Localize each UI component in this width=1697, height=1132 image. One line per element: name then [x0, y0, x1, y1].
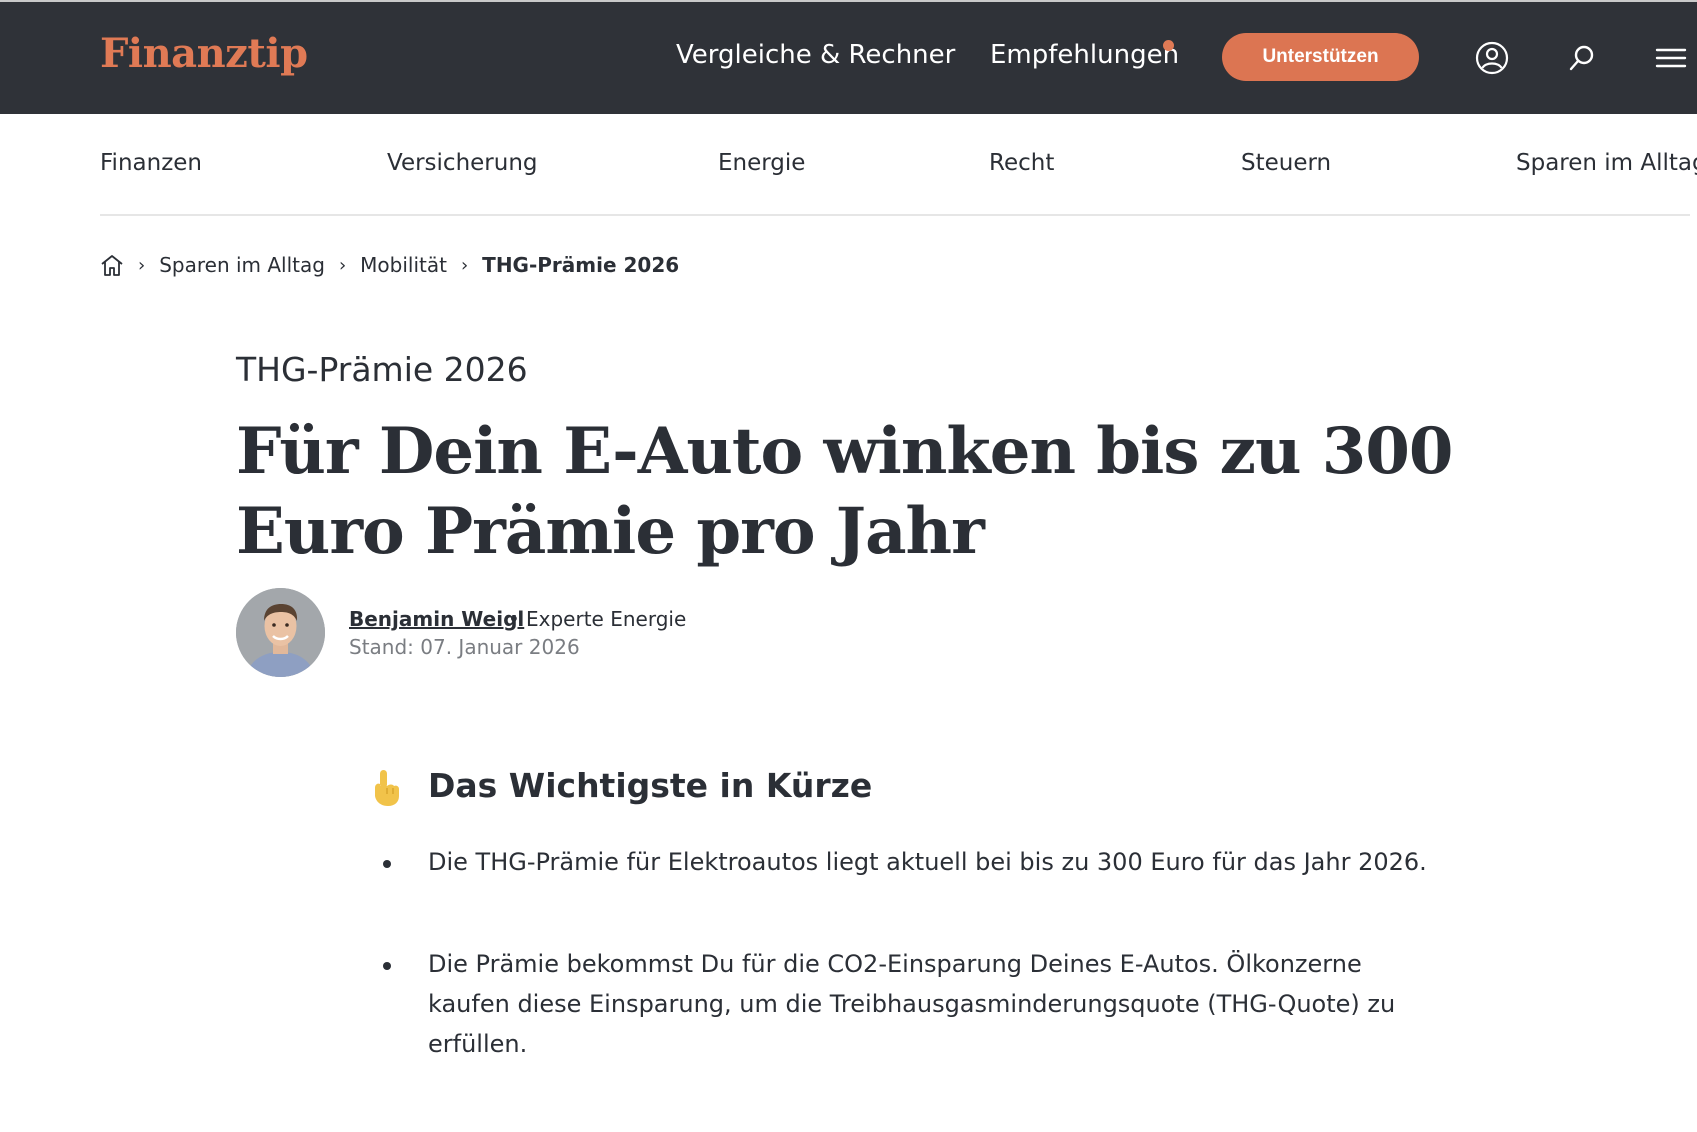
category-sparen-im-alltag[interactable]: Sparen im Alltag: [1516, 150, 1697, 176]
nav-recommendations[interactable]: Empfehlungen: [990, 40, 1179, 70]
category-recht[interactable]: Recht: [989, 150, 1054, 176]
top-bar: Finanztip Vergleiche & Rechner Empfehlun…: [0, 0, 1697, 114]
breadcrumb-current: THG-Prämie 2026: [482, 253, 680, 277]
summary-bullet: Die THG-Prämie für Elektroautos liegt ak…: [428, 848, 1427, 876]
breadcrumb-separator: ›: [460, 254, 469, 276]
breadcrumb: › Sparen im Alltag › Mobilität › THG-Prä…: [100, 250, 679, 280]
article-date: Stand: 07. Januar 2026: [349, 635, 580, 659]
nav-compare-calculators[interactable]: Vergleiche & Rechner: [676, 40, 955, 70]
summary-bullet: Die Prämie bekommst Du für die CO2-Einsp…: [428, 950, 1396, 1058]
summary-title: Das Wichtigste in Kürze: [428, 766, 873, 805]
article-kicker: THG-Prämie 2026: [236, 350, 528, 389]
category-energie[interactable]: Energie: [718, 150, 805, 176]
category-steuern[interactable]: Steuern: [1241, 150, 1331, 176]
breadcrumb-mobilitaet[interactable]: Mobilität: [360, 253, 447, 277]
bullet-dot: [383, 962, 391, 970]
author-separator: •: [508, 607, 520, 631]
category-nav: Finanzen Versicherung Energie Recht Steu…: [100, 114, 1697, 216]
author-avatar[interactable]: [236, 588, 325, 677]
bullet-dot: [383, 860, 391, 868]
author-role: Experte Energie: [526, 607, 687, 631]
logo[interactable]: Finanztip: [100, 30, 308, 77]
breadcrumb-sparen-im-alltag[interactable]: Sparen im Alltag: [159, 253, 325, 277]
breadcrumb-separator: ›: [138, 254, 146, 276]
home-icon[interactable]: [100, 253, 124, 277]
breadcrumb-separator: ›: [338, 254, 347, 276]
category-versicherung[interactable]: Versicherung: [387, 150, 538, 176]
support-button[interactable]: Unterstützen: [1222, 33, 1419, 81]
user-icon[interactable]: [1473, 39, 1511, 77]
search-icon[interactable]: [1563, 39, 1601, 77]
article-headline: Für Dein E-Auto winken bis zu 300 Euro P…: [236, 414, 1453, 569]
author-name[interactable]: Benjamin Weigl: [349, 607, 524, 631]
pointing-hand-icon: [369, 768, 403, 808]
menu-icon[interactable]: [1652, 39, 1690, 77]
notification-dot: [1163, 40, 1174, 51]
category-finanzen[interactable]: Finanzen: [100, 150, 202, 176]
